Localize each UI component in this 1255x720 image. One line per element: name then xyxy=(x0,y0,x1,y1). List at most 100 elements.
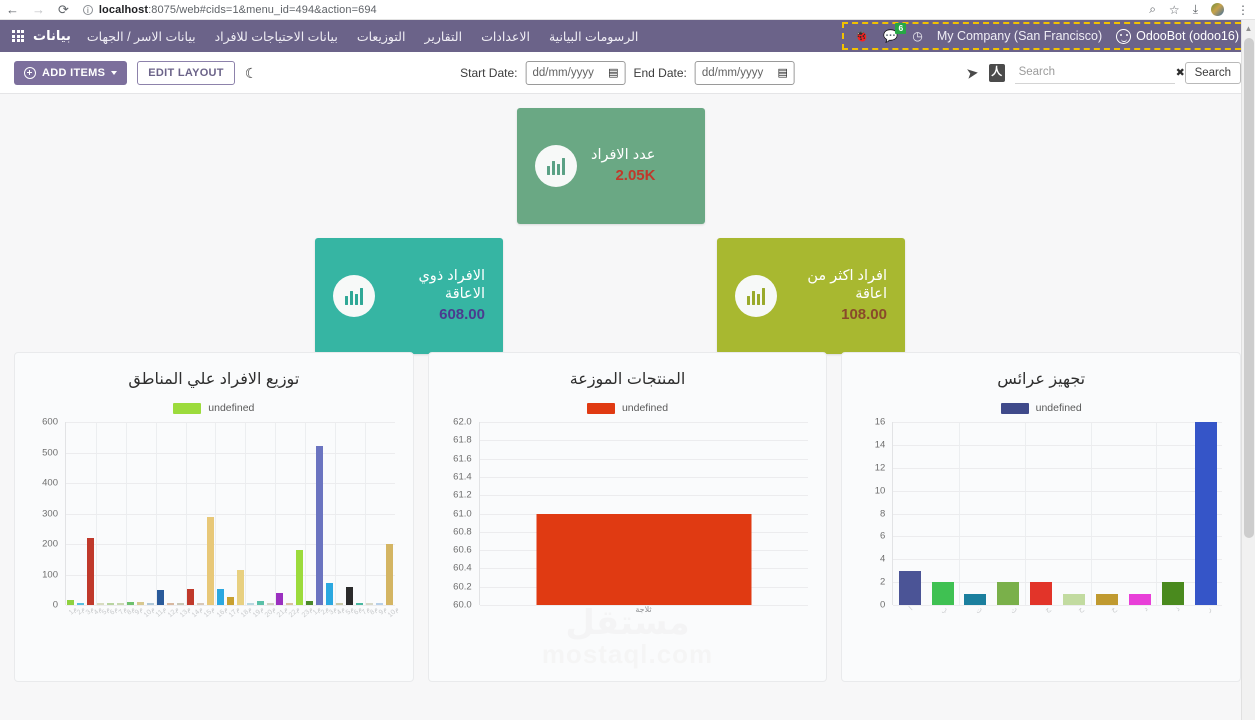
bar[interactable] xyxy=(326,583,333,605)
add-items-label: ADD ITEMS xyxy=(42,67,105,79)
y-axis-tick: 400 xyxy=(42,478,58,489)
y-axis-tick: 60.8 xyxy=(453,526,472,537)
bar-chart-icon xyxy=(333,275,375,317)
scrollbar-thumb[interactable] xyxy=(1244,38,1254,538)
bar[interactable] xyxy=(964,594,986,605)
back-icon[interactable]: ← xyxy=(6,3,19,16)
send-icon[interactable]: ➤ xyxy=(965,63,980,83)
chart-plot-area: 0100200300400500600 م1م2م3م4م5م6م7م8م9م1… xyxy=(31,422,395,627)
page-scrollbar[interactable]: ▲ xyxy=(1241,20,1255,720)
control-panel-right: ➤ 人 ✖ Search xyxy=(966,62,1241,84)
bar-series xyxy=(893,422,1222,605)
dark-mode-icon[interactable]: ☾ xyxy=(245,66,258,80)
search-button[interactable]: Search xyxy=(1185,62,1241,84)
start-date-input[interactable]: dd/mm/yyyy ▤ xyxy=(525,61,625,85)
search-input[interactable] xyxy=(1019,66,1173,78)
gridline xyxy=(480,477,809,478)
nav-item-distributions[interactable]: التوزيعات xyxy=(357,29,406,44)
kpi-label: عدد الافراد xyxy=(591,147,655,164)
watermark-latin: mostaql.com xyxy=(542,640,713,669)
calendar-icon[interactable]: ▤ xyxy=(777,66,787,79)
search-box[interactable]: ✖ xyxy=(1015,62,1175,84)
plot-grid xyxy=(479,422,809,605)
x-axis-labels: م1م2م3م4م5م6م7م8م9م10م11م12م13م14م15م16م… xyxy=(65,605,395,627)
date-filter-group: Start Date: dd/mm/yyyy ▤ End Date: dd/mm… xyxy=(460,61,795,85)
forward-icon[interactable]: → xyxy=(32,3,45,16)
y-axis-tick: 10 xyxy=(875,485,886,496)
bar[interactable] xyxy=(1096,594,1118,605)
kpi-card-disabled-individuals[interactable]: الافراد ذوي الاعاقة 608.00 xyxy=(315,238,503,354)
bar[interactable] xyxy=(276,593,283,606)
edit-layout-button[interactable]: EDIT LAYOUT xyxy=(137,61,235,85)
bar[interactable] xyxy=(296,550,303,606)
bar[interactable] xyxy=(207,517,214,605)
nav-item-families[interactable]: بيانات الاسر / الجهات xyxy=(87,29,196,44)
bar[interactable] xyxy=(1129,594,1151,605)
reload-icon[interactable]: ⟳ xyxy=(58,3,69,16)
bar[interactable] xyxy=(537,514,752,606)
y-axis-tick: 60.0 xyxy=(453,600,472,611)
y-axis: 0100200300400500600 xyxy=(31,422,63,605)
kpi-card-multiple-disabilities[interactable]: افراد اكثر من اعاقة 108.00 xyxy=(717,238,905,354)
pdf-export-icon[interactable]: 人 xyxy=(989,64,1005,82)
bar[interactable] xyxy=(227,597,234,605)
charts-row: توزيع الافراد علي المناطق undefined 0100… xyxy=(14,352,1241,682)
bar[interactable] xyxy=(87,538,94,605)
bookmark-star-icon[interactable]: ☆ xyxy=(1169,3,1180,17)
y-axis-tick: 60.4 xyxy=(453,563,472,574)
y-axis-tick: 61.0 xyxy=(453,508,472,519)
nav-item-settings[interactable]: الاعدادات xyxy=(481,29,530,44)
x-axis-label: د xyxy=(1142,605,1150,613)
y-axis-tick: 2 xyxy=(880,577,885,588)
end-date-value: dd/mm/yyyy xyxy=(702,67,763,79)
site-info-icon[interactable]: i xyxy=(83,5,93,15)
user-menu[interactable]: OdooBot (odoo16) xyxy=(1116,29,1239,44)
y-axis-tick: 14 xyxy=(875,439,886,450)
nav-brand[interactable]: بيانات xyxy=(33,28,71,44)
bar[interactable] xyxy=(932,582,954,605)
bug-icon[interactable]: 🐞 xyxy=(854,29,869,43)
bar[interactable] xyxy=(217,589,224,605)
bar[interactable] xyxy=(1063,594,1085,605)
kpi-row: عدد الافراد 2.05K الافراد ذوي الاعاقة 60… xyxy=(14,94,1241,352)
bar[interactable] xyxy=(386,544,393,605)
bar[interactable] xyxy=(157,590,164,605)
y-axis-tick: 4 xyxy=(880,554,885,565)
bar[interactable] xyxy=(187,589,194,605)
nav-item-individual-needs[interactable]: بيانات الاحتياجات للافراد xyxy=(215,29,338,44)
messages-icon[interactable]: 💬 6 xyxy=(883,29,898,43)
address-bar[interactable]: i localhost:8075/web#cids=1&menu_id=494&… xyxy=(79,2,1139,17)
bar[interactable] xyxy=(899,571,921,605)
apps-grid-icon[interactable] xyxy=(12,30,24,42)
bar[interactable] xyxy=(237,570,244,605)
bar[interactable] xyxy=(346,587,353,605)
kpi-card-total-individuals[interactable]: عدد الافراد 2.05K xyxy=(517,108,705,224)
zoom-icon[interactable]: ⌕ xyxy=(1149,2,1156,17)
chart-title: تجهيز عرائس xyxy=(852,369,1230,389)
bar[interactable] xyxy=(1030,582,1052,605)
browser-menu-icon[interactable]: ⋮ xyxy=(1237,3,1249,17)
download-icon[interactable]: ⤓ xyxy=(1193,2,1198,17)
bar[interactable] xyxy=(316,446,323,605)
plot-grid xyxy=(65,422,395,605)
browser-nav-buttons: ← → ⟳ xyxy=(6,3,69,16)
bar[interactable] xyxy=(1195,422,1217,605)
company-selector[interactable]: My Company (San Francisco) xyxy=(937,29,1102,43)
browser-profile-avatar[interactable] xyxy=(1211,3,1224,16)
y-axis-tick: 61.8 xyxy=(453,435,472,446)
add-items-button[interactable]: ADD ITEMS xyxy=(14,61,127,85)
bar[interactable] xyxy=(997,582,1019,605)
x-axis-label: ا xyxy=(907,605,914,612)
activities-clock-icon[interactable]: ◷ xyxy=(912,29,922,43)
x-axis-label: ت xyxy=(974,605,984,615)
y-axis-tick: 600 xyxy=(42,417,58,428)
bar[interactable] xyxy=(1162,582,1184,605)
scroll-up-icon[interactable]: ▲ xyxy=(1242,20,1255,36)
y-axis-tick: 8 xyxy=(880,508,885,519)
start-date-label: Start Date: xyxy=(460,66,517,80)
end-date-input[interactable]: dd/mm/yyyy ▤ xyxy=(695,61,795,85)
calendar-icon[interactable]: ▤ xyxy=(608,66,618,79)
nav-item-charts[interactable]: الرسومات البيانية xyxy=(549,29,638,44)
chart-title: توزيع الافراد علي المناطق xyxy=(25,369,403,389)
nav-item-reports[interactable]: التقارير xyxy=(424,29,462,44)
